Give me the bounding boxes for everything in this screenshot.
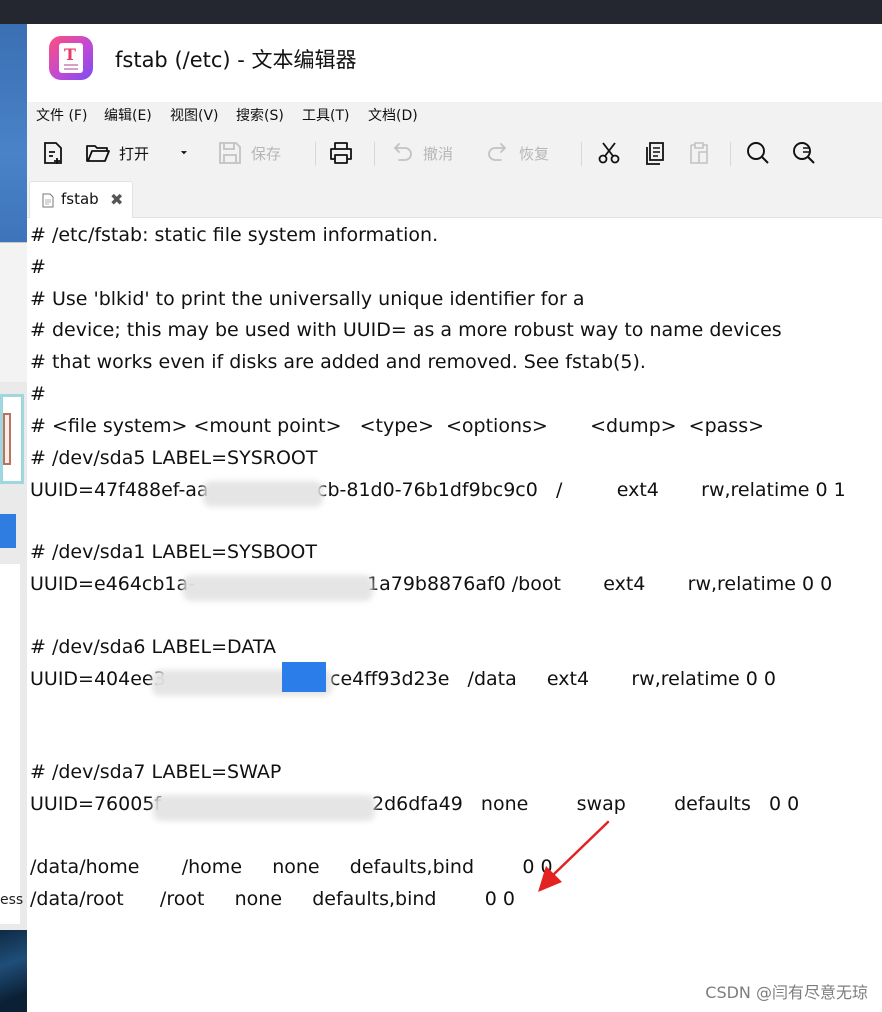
menu-view[interactable]: 视图(V) [170, 105, 219, 125]
toolbar-separator [315, 142, 316, 166]
background-selection [0, 514, 16, 548]
text-line: UUID=47f488ef-aa [30, 479, 209, 501]
open-recent-dropdown[interactable] [179, 140, 195, 166]
find-button[interactable] [745, 140, 771, 166]
menu-tools[interactable]: 工具(T) [302, 105, 349, 125]
background-panel [0, 242, 27, 382]
toolbar-separator [581, 142, 582, 166]
new-document-icon [44, 142, 62, 164]
menu-file[interactable]: 文件 (F) [36, 105, 87, 125]
toolbar-separator [374, 142, 375, 166]
menu-bar: 文件 (F) 编辑(E) 视图(V) 搜索(S) 工具(T) 文档(D) [27, 102, 882, 128]
text-line: # /dev/sda5 LABEL=SYSROOT [30, 447, 318, 469]
text-line: UUID=e464cb1a- [30, 573, 196, 595]
search-icon [747, 142, 769, 164]
search-replace-icon [793, 142, 815, 164]
text-line: # device; this may be used with UUID= as… [30, 319, 782, 341]
paste-button[interactable] [686, 140, 712, 166]
chevron-down-icon [180, 151, 187, 155]
undo-button[interactable]: 撤消 [389, 140, 453, 166]
close-tab-icon[interactable]: ✖ [110, 190, 123, 209]
redacted-text [203, 481, 323, 507]
redo-icon [488, 143, 507, 161]
document-icon [42, 193, 54, 208]
text-line: # <file system> <mount point> <type> <op… [30, 415, 765, 437]
text-line: UUID=404ee3 [30, 668, 166, 690]
menu-document[interactable]: 文档(D) [368, 105, 418, 125]
menu-edit[interactable]: 编辑(E) [104, 105, 152, 125]
copy-button[interactable] [642, 140, 668, 166]
save-button[interactable]: 保存 [217, 140, 281, 166]
text-line: # /dev/sda7 LABEL=SWAP [30, 761, 282, 783]
save-button-label: 保存 [251, 144, 282, 163]
paste-icon [690, 142, 708, 164]
text-line: UUID=76005f [30, 793, 162, 815]
text-line: # [30, 256, 46, 278]
save-icon [219, 142, 241, 164]
menu-search[interactable]: 搜索(S) [236, 105, 284, 125]
background-window: ess [0, 24, 27, 1012]
folder-open-icon [86, 145, 110, 162]
text-line: # that works even if disks are added and… [30, 351, 646, 373]
toolbar: 打开 保存 撤消 恢复 [27, 128, 882, 178]
text-line: # Use 'blkid' to print the universally u… [30, 288, 585, 310]
new-document-button[interactable] [40, 140, 66, 166]
background-content [0, 564, 20, 924]
text-line-tail: 1a79b8876af0 /boot ext4 rw,relatime 0 0 [367, 573, 833, 595]
redacted-text [153, 795, 375, 821]
text-line-tail: cb-81d0-76b1df9bc9c0 / ext4 rw,relatime … [317, 479, 846, 501]
tab-bar: fstab ✖ [27, 178, 882, 219]
background-frame [0, 394, 24, 484]
redo-button-label: 恢复 [519, 144, 550, 163]
text-line: /data/home /home none defaults,bind 0 0 [30, 856, 553, 878]
text-line-tail: 2d6dfa49 none swap defaults 0 0 [372, 793, 800, 815]
scissors-icon [598, 142, 620, 164]
redacted-text [183, 575, 373, 601]
text-line: # /dev/sda6 LABEL=DATA [30, 636, 276, 658]
undo-icon [393, 143, 412, 161]
text-editor-area[interactable]: # /etc/fstab: static file system informa… [27, 218, 882, 1012]
find-replace-button[interactable] [791, 140, 817, 166]
text-editor-window: T fstab (/etc) - 文本编辑器 文件 (F) 编辑(E) 视图(V… [27, 24, 882, 1012]
text-selection [282, 662, 326, 692]
open-button-label: 打开 [119, 144, 150, 163]
text-line-tail: ce4ff93d23e /data ext4 rw,relatime 0 0 [330, 668, 776, 690]
cut-button[interactable] [596, 140, 622, 166]
title-bar[interactable]: T fstab (/etc) - 文本编辑器 [27, 24, 882, 98]
text-line: /data/root /root none defaults,bind 0 0 [30, 888, 515, 910]
window-title: fstab (/etc) - 文本编辑器 [115, 48, 357, 72]
tab-fstab[interactable]: fstab ✖ [29, 181, 133, 219]
text-line: # /dev/sda1 LABEL=SYSBOOT [30, 541, 317, 563]
background-text: ess [0, 892, 24, 908]
undo-button-label: 撤消 [423, 144, 454, 163]
background-wallpaper-bottom [0, 930, 27, 1012]
print-button[interactable] [328, 140, 354, 166]
text-editor-app-icon: T [49, 36, 93, 80]
background-wallpaper [0, 24, 27, 242]
copy-icon [646, 142, 664, 165]
toolbar-separator [730, 142, 731, 166]
desktop-top-panel [0, 0, 882, 24]
text-line: # [30, 383, 46, 405]
annotation-arrow-icon [538, 820, 610, 892]
tab-label: fstab [61, 190, 99, 208]
text-line: # /etc/fstab: static file system informa… [30, 224, 439, 246]
watermark: CSDN @闫有尽意无琼 [705, 983, 868, 1002]
redo-button[interactable]: 恢复 [485, 140, 549, 166]
printer-icon [330, 142, 352, 164]
open-button[interactable]: 打开 [85, 140, 149, 166]
